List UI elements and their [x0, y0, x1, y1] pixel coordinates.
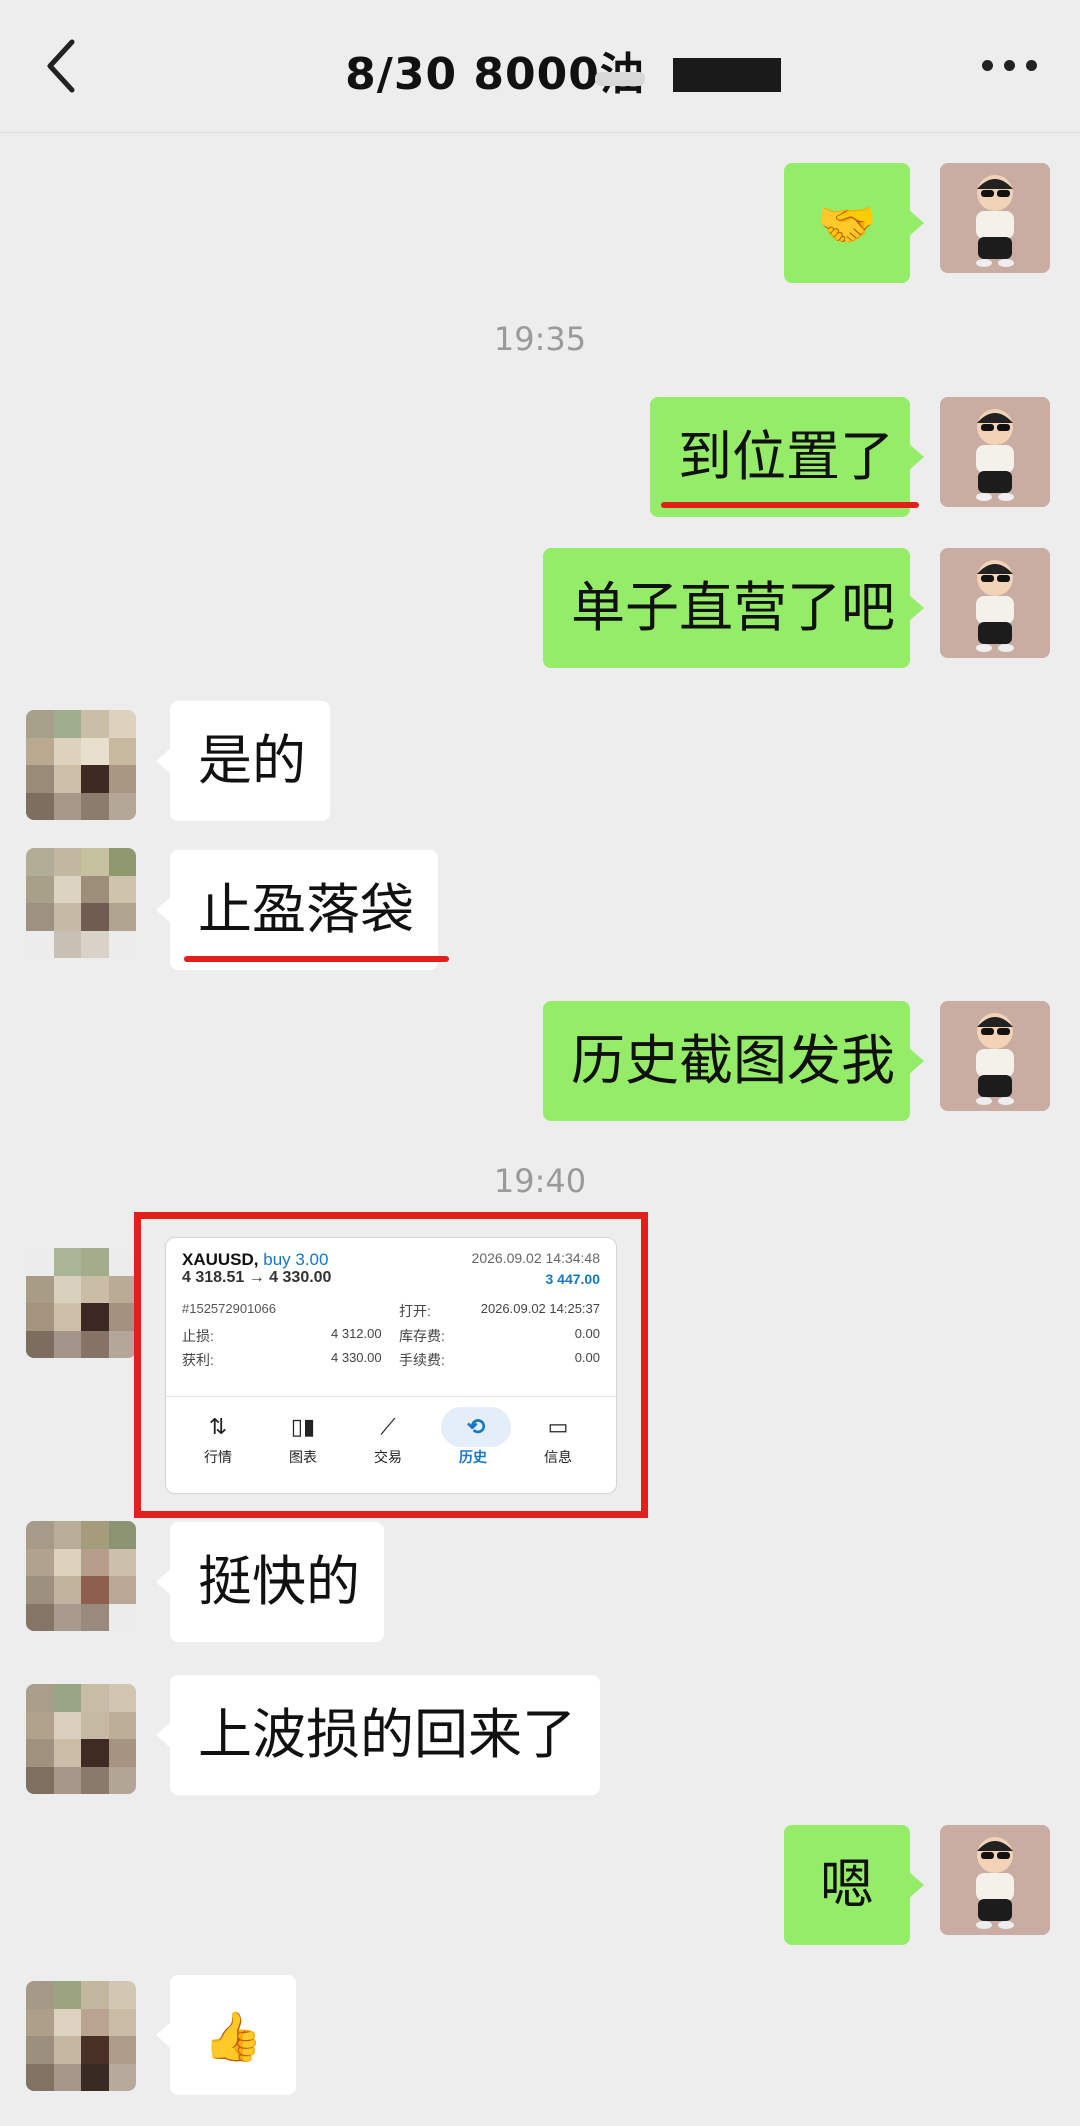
message-text: 是的: [198, 729, 306, 792]
chat-title: 8/30 8000油: [345, 49, 645, 100]
my-avatar[interactable]: [940, 1001, 1050, 1111]
trade-ticket: #152572901066: [182, 1301, 276, 1316]
cartoon-boy-avatar-icon: [940, 397, 1050, 507]
my-message-bubble[interactable]: 嗯: [784, 1825, 924, 1945]
line-chart-icon: ⟋: [380, 1414, 396, 1439]
timestamp: 19:35: [493, 320, 587, 358]
sl-value: 4 312.00: [331, 1326, 382, 1341]
my-avatar[interactable]: [940, 397, 1050, 507]
trade-prices: 4 318.51 → 4 330.00: [182, 1269, 332, 1286]
message-text: 历史截图发我: [571, 1029, 895, 1092]
arrows-updown-icon: ⇅: [208, 1414, 228, 1439]
contact-avatar-pixelated[interactable]: [26, 1981, 136, 2091]
my-avatar[interactable]: [940, 548, 1050, 658]
contact-avatar-pixelated[interactable]: [26, 1521, 136, 1631]
cartoon-boy-avatar-icon: [940, 1001, 1050, 1111]
redacted-smudge: [595, 72, 645, 86]
my-message-bubble[interactable]: 历史截图发我: [543, 1001, 924, 1121]
contact-avatar-pixelated[interactable]: [26, 848, 136, 958]
thumbs-up-emoji: 👍: [203, 2009, 263, 2065]
contact-avatar-pixelated[interactable]: [26, 1248, 136, 1358]
fee-label: 手续费:: [399, 1352, 445, 1368]
my-message-bubble[interactable]: 到位置了: [650, 397, 924, 517]
tab-chart[interactable]: ▯▮ 图表: [271, 1407, 335, 1467]
red-underline-annotation: [184, 956, 449, 962]
my-message-bubble[interactable]: 🤝: [784, 163, 924, 283]
cartoon-boy-avatar-icon: [940, 163, 1050, 273]
tp-label: 获利:: [182, 1352, 214, 1368]
swap-label: 库存费:: [399, 1328, 445, 1344]
message-text: 止盈落袋: [198, 878, 414, 941]
message-text: 嗯: [820, 1853, 874, 1916]
candlestick-icon: ▯▮: [290, 1414, 316, 1439]
fee-value: 0.00: [574, 1350, 600, 1365]
contact-message-bubble[interactable]: 挺快的: [156, 1522, 384, 1642]
message-text: 挺快的: [198, 1550, 360, 1613]
trade-history-screenshot[interactable]: XAUUSD, buy 3.00 2026.09.02 14:34:48 4 3…: [165, 1237, 617, 1494]
my-avatar[interactable]: [940, 163, 1050, 273]
contact-avatar-pixelated[interactable]: [26, 710, 136, 820]
mt-bottom-tabs: ⇅ 行情 ▯▮ 图表 ⟋ 交易 ⟲ 历史 ▭ 信息: [166, 1396, 616, 1494]
tab-history[interactable]: ⟲ 历史: [441, 1407, 511, 1467]
redacted-title-block: [673, 58, 781, 92]
contact-message-bubble[interactable]: 止盈落袋: [156, 850, 438, 970]
more-dots-icon[interactable]: [980, 56, 1040, 76]
chat-header: 8/30 8000油: [0, 0, 1080, 133]
cartoon-boy-avatar-icon: [940, 1825, 1050, 1935]
swap-value: 0.00: [574, 1326, 600, 1341]
tp-value: 4 330.00: [331, 1350, 382, 1365]
tab-messages[interactable]: ▭ 信息: [526, 1407, 590, 1467]
red-underline-annotation: [661, 502, 919, 508]
message-text: 单子直营了吧: [571, 576, 895, 639]
contact-message-bubble[interactable]: 👍: [156, 1975, 296, 2095]
sl-label: 止损:: [182, 1328, 214, 1344]
tab-trade[interactable]: ⟋ 交易: [356, 1407, 420, 1467]
tab-quotes[interactable]: ⇅ 行情: [186, 1407, 250, 1467]
trade-side: buy 3.00: [263, 1250, 329, 1269]
history-clock-icon: ⟲: [441, 1407, 511, 1447]
my-message-bubble[interactable]: 单子直营了吧: [543, 548, 924, 668]
open-label: 打开:: [399, 1303, 431, 1319]
trade-profit: 3 447.00: [545, 1271, 601, 1287]
contact-message-bubble[interactable]: 上波损的回来了: [156, 1675, 600, 1795]
message-text: 上波损的回来了: [198, 1703, 576, 1766]
handshake-emoji: 🤝: [817, 197, 877, 253]
message-text: 到位置了: [678, 425, 894, 488]
trade-symbol: XAUUSD,: [182, 1250, 259, 1269]
chat-bubbles-icon: ▭: [547, 1414, 569, 1439]
cartoon-boy-avatar-icon: [940, 548, 1050, 658]
my-avatar[interactable]: [940, 1825, 1050, 1935]
contact-message-bubble[interactable]: 是的: [156, 701, 330, 821]
timestamp: 19:40: [493, 1162, 587, 1200]
open-time: 2026.09.02 14:25:37: [480, 1301, 600, 1316]
trade-close-time: 2026.09.02 14:34:48: [471, 1250, 600, 1266]
contact-avatar-pixelated[interactable]: [26, 1684, 136, 1794]
